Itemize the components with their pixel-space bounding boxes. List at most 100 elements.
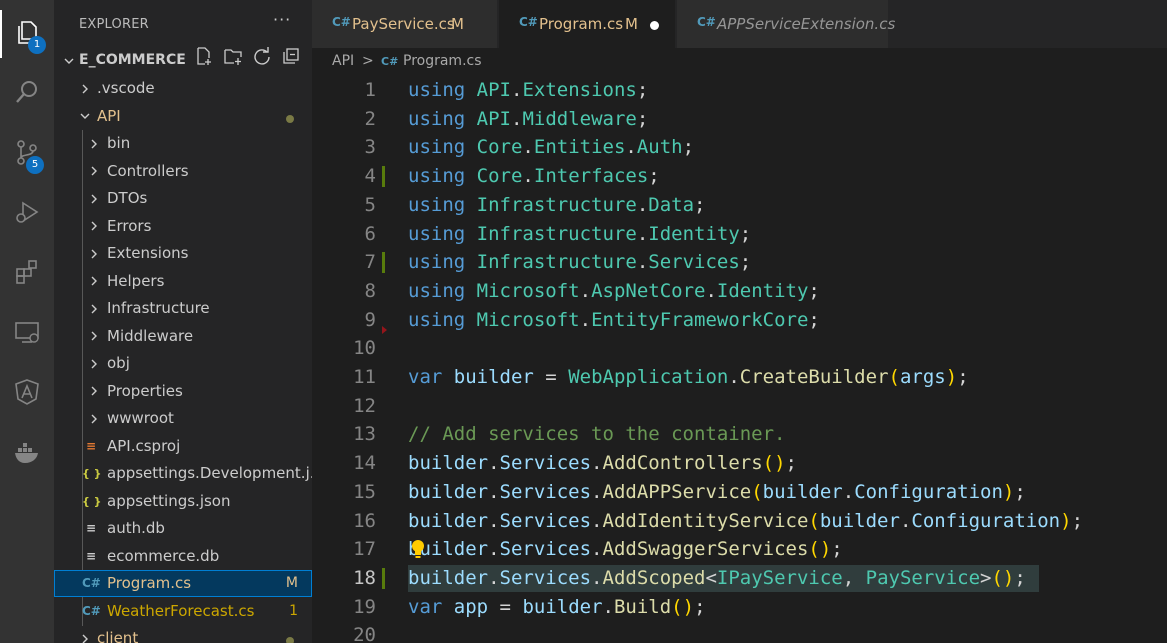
- code-token: .: [488, 452, 500, 475]
- tree-item-api[interactable]: API: [54, 103, 312, 130]
- unsaved-dot-icon[interactable]: [650, 21, 659, 30]
- code-line[interactable]: 11 var builder = WebApplication.CreateBui…: [312, 363, 1167, 392]
- tree-item-appsettings-json[interactable]: { } appsettings.json: [54, 488, 312, 515]
- code-token: using: [408, 79, 466, 101]
- lightbulb-icon[interactable]: [408, 538, 428, 560]
- code-line[interactable]: 13 // Add services to the container.: [312, 420, 1167, 449]
- tree-item-extensions[interactable]: Extensions: [54, 240, 312, 267]
- breadcrumb-file[interactable]: Program.cs: [403, 53, 482, 69]
- more-actions-button[interactable]: ···: [273, 10, 291, 29]
- modified-dot-icon: [286, 114, 294, 123]
- code-line[interactable]: 3 using Core.Entities.Auth;: [312, 133, 1167, 162]
- tree-item-program-cs[interactable]: C# Program.cs M: [54, 570, 312, 597]
- docker-button[interactable]: [0, 430, 54, 478]
- code-text: builder.Services.AddIdentityService(buil…: [408, 507, 1083, 536]
- breadcrumb-folder[interactable]: API: [332, 53, 354, 69]
- code-line[interactable]: 17 builder.Services.AddSwaggerServices();: [312, 535, 1167, 564]
- code-line[interactable]: 9 using Microsoft.EntityFrameworkCore;: [312, 306, 1167, 335]
- tree-item-label: API.csproj: [107, 436, 181, 455]
- code-line[interactable]: 2 using API.Middleware;: [312, 105, 1167, 134]
- source-control-button[interactable]: 5: [0, 130, 54, 178]
- line-number: 12: [353, 394, 376, 417]
- line-number: 1: [364, 79, 376, 101]
- git-added-marker[interactable]: [382, 166, 385, 188]
- code-line[interactable]: 5 using Infrastructure.Data;: [312, 191, 1167, 220]
- line-number: 9: [364, 308, 376, 331]
- tree-item-weatherforecast-cs[interactable]: C# WeatherForecast.cs 1: [54, 598, 312, 625]
- tree-item-errors[interactable]: Errors: [54, 213, 312, 240]
- code-line[interactable]: 15 builder.Services.AddAPPService(builder…: [312, 478, 1167, 507]
- database-file-icon: ≡: [85, 548, 97, 563]
- code-token: .: [488, 480, 500, 503]
- code-token: ;: [808, 279, 820, 302]
- tree-item-middleware[interactable]: Middleware: [54, 323, 312, 350]
- explorer-button[interactable]: 1: [0, 10, 54, 58]
- extensions-button[interactable]: [0, 250, 54, 298]
- tab-program-cs[interactable]: C# Program.cs M: [499, 0, 676, 48]
- code-line[interactable]: 14 builder.Services.AddControllers();: [312, 449, 1167, 478]
- chevron-right-icon: [87, 130, 101, 157]
- tree-item-ecommerce-db[interactable]: ≡ ecommerce.db: [54, 543, 312, 570]
- code-line[interactable]: 6 using Infrastructure.Identity;: [312, 220, 1167, 249]
- run-debug-button[interactable]: [0, 190, 54, 238]
- code-line[interactable]: 7 using Infrastructure.Services;: [312, 248, 1167, 277]
- code-token: args: [899, 366, 946, 388]
- code-line[interactable]: 1 using API.Extensions;: [312, 76, 1167, 105]
- tree-item-controllers[interactable]: Controllers: [54, 158, 312, 185]
- code-line[interactable]: 8 using Microsoft.AspNetCore.Identity;: [312, 277, 1167, 306]
- git-added-marker[interactable]: [382, 252, 385, 274]
- tree-item-api-csproj[interactable]: ≡ API.csproj: [54, 433, 312, 460]
- code-token: .: [728, 366, 740, 388]
- refresh-icon[interactable]: [252, 46, 272, 76]
- code-line[interactable]: 19 var app = builder.Build();: [312, 593, 1167, 622]
- git-deleted-marker[interactable]: [382, 325, 387, 334]
- tree-item-bin[interactable]: bin: [54, 130, 312, 157]
- code-line[interactable]: 4 using Core.Interfaces;: [312, 162, 1167, 191]
- code-text: using Core.Interfaces;: [408, 162, 660, 191]
- search-button[interactable]: [0, 70, 54, 118]
- code-editor[interactable]: 1 using API.Extensions; 2 using API.Middlew…: [312, 76, 1167, 643]
- new-file-icon[interactable]: [194, 46, 214, 76]
- tree-item-appsettings-development-j[interactable]: { } appsettings.Development.j...: [54, 460, 312, 487]
- tree-item-wwwroot[interactable]: wwwroot: [54, 405, 312, 432]
- code-token: .: [510, 107, 523, 130]
- tree-item-label: Helpers: [107, 271, 165, 290]
- code-line[interactable]: 10: [312, 334, 1167, 363]
- code-line[interactable]: 18 builder.Services.AddScoped<IPayService…: [312, 564, 1167, 593]
- code-token: .: [488, 538, 500, 561]
- code-token: ;: [831, 538, 843, 561]
- tree-item-obj[interactable]: obj: [54, 350, 312, 377]
- tree-item--vscode[interactable]: .vscode: [54, 75, 312, 102]
- remote-explorer-button[interactable]: [0, 310, 54, 358]
- code-line[interactable]: 20: [312, 621, 1167, 643]
- new-folder-icon[interactable]: [223, 46, 243, 76]
- line-number: 2: [364, 107, 376, 130]
- code-token: ;: [636, 79, 649, 101]
- angular-button[interactable]: [0, 370, 54, 418]
- tree-item-label: appsettings.json: [107, 491, 231, 510]
- tab-payservice-cs[interactable]: C# PayService.cs M: [312, 0, 498, 48]
- tree-item-client[interactable]: client: [54, 625, 312, 643]
- tree-item-dtos[interactable]: DTOs: [54, 185, 312, 212]
- git-added-marker[interactable]: [382, 567, 385, 589]
- tree-item-helpers[interactable]: Helpers: [54, 268, 312, 295]
- tree-item-auth-db[interactable]: ≡ auth.db: [54, 515, 312, 542]
- line-number: 5: [364, 193, 376, 216]
- tab-appserviceextension-cs[interactable]: C# APPServiceExtension.cs: [677, 0, 895, 48]
- collapse-all-icon[interactable]: [281, 46, 301, 76]
- code-token: ,: [842, 566, 866, 589]
- code-text: builder.Services.AddAPPService(builder.C…: [408, 478, 1026, 507]
- csharp-file-icon: C#: [381, 55, 399, 68]
- tree-item-label: Infrastructure: [107, 299, 210, 317]
- code-line[interactable]: 12: [312, 392, 1167, 421]
- notification-badge: 1: [28, 36, 46, 54]
- code-line[interactable]: 16 builder.Services.AddIdentityService(bu…: [312, 507, 1167, 536]
- tree-item-properties[interactable]: Properties: [54, 378, 312, 405]
- tree-item-infrastructure[interactable]: Infrastructure: [54, 295, 312, 322]
- project-root[interactable]: E_COMMERCE: [54, 46, 312, 76]
